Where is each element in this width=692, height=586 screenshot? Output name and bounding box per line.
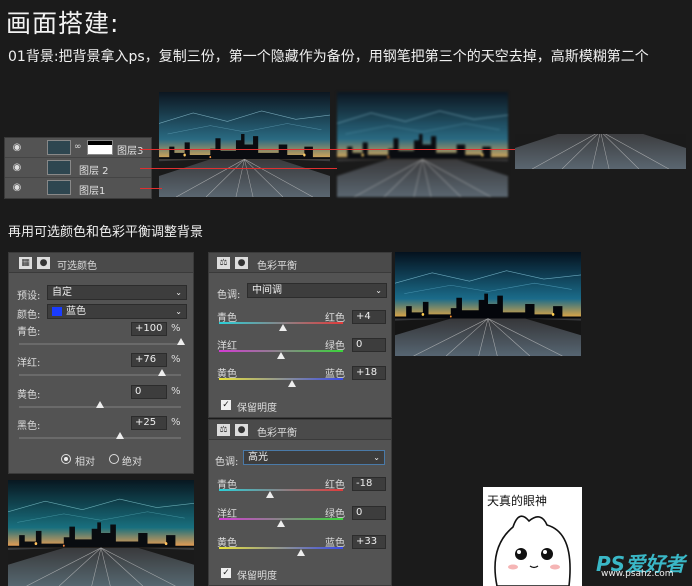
blue-swatch-icon: [52, 307, 62, 316]
layer-name: 图层1: [79, 186, 106, 197]
photo-blurred: [337, 92, 508, 197]
slider-value-input[interactable]: +18: [352, 366, 386, 380]
slider-track[interactable]: [219, 378, 343, 380]
layer-name: 图层 2: [79, 166, 109, 177]
panel-title: 色彩平衡: [257, 261, 297, 272]
percent-label: %: [171, 386, 181, 397]
panel-title: 色彩平衡: [257, 428, 297, 439]
photo-result: [8, 480, 194, 586]
percent-label: %: [171, 354, 181, 365]
preserve-luminosity-label: 保留明度: [237, 403, 277, 414]
slider-handle[interactable]: [116, 432, 125, 439]
colors-select[interactable]: 蓝色 ⌄: [47, 304, 187, 319]
photo-original: [159, 92, 330, 197]
slider-handle[interactable]: [277, 352, 285, 359]
slider-track[interactable]: [19, 343, 181, 345]
layer-row[interactable]: ◉ ∞ 图层3: [5, 138, 151, 158]
tone-value: 高光: [248, 452, 268, 463]
preserve-luminosity-label: 保留明度: [237, 571, 277, 582]
slider-handle[interactable]: [177, 338, 185, 345]
slider-value-input[interactable]: +25: [131, 416, 167, 430]
slider-handle[interactable]: [157, 369, 166, 376]
mask-icon: ●: [235, 424, 248, 436]
photo-sky-removed: [515, 92, 686, 197]
colors-label: 颜色:: [17, 310, 41, 321]
sticker-image: 天真的眼神: [483, 487, 582, 586]
slider-handle[interactable]: [96, 401, 104, 408]
layer-thumbnail: [47, 160, 71, 175]
preset-value: 自定: [52, 287, 72, 298]
slider-track[interactable]: [219, 547, 343, 549]
colors-value: 蓝色: [66, 306, 86, 317]
percent-label: %: [171, 323, 181, 334]
layer-row[interactable]: ◉ 图层1: [5, 178, 151, 198]
connector-line: [140, 149, 515, 150]
slider-handle[interactable]: [279, 324, 288, 331]
preserve-luminosity-checkbox[interactable]: ✓: [221, 568, 231, 578]
slider-value-input[interactable]: +4: [352, 310, 386, 324]
radio-absolute[interactable]: [109, 454, 119, 464]
watermark-url: www.psahz.com: [601, 569, 674, 579]
mask-icon: ●: [235, 257, 248, 269]
balance-icon: ⚖: [217, 424, 230, 436]
slider-value-input[interactable]: 0: [131, 385, 167, 399]
layers-panel: ◉ ∞ 图层3 ◉ 图层 2 ◉ 图层1: [4, 137, 152, 199]
tone-label: 色调:: [217, 290, 241, 301]
layer-thumbnail: [47, 180, 71, 195]
percent-label: %: [171, 417, 181, 428]
tone-select[interactable]: 高光 ⌄: [243, 450, 385, 465]
intro-text: 01背景:把背景拿入ps，复制三份，第一个隐藏作为备份，用钢笔把第三个的天空去掉…: [8, 49, 649, 65]
chevron-down-icon: ⌄: [175, 307, 182, 316]
balance-icon: ⚖: [217, 257, 230, 269]
eye-icon[interactable]: ◉: [9, 142, 25, 154]
slider-value-input[interactable]: +76: [131, 353, 167, 367]
slider-handle[interactable]: [288, 380, 297, 387]
chevron-down-icon: ⌄: [175, 288, 182, 297]
layer-row[interactable]: ◉ 图层 2: [5, 158, 151, 178]
radio-relative[interactable]: [61, 454, 71, 464]
eye-icon[interactable]: ◉: [9, 162, 25, 174]
slider-value-input[interactable]: 0: [352, 338, 386, 352]
slider-track[interactable]: [219, 489, 343, 491]
layer-thumbnail: [47, 140, 71, 155]
preserve-luminosity-checkbox[interactable]: ✓: [221, 400, 231, 410]
tone-label: 色调:: [215, 457, 239, 468]
radio-absolute-label: 绝对: [122, 457, 142, 468]
eye-icon[interactable]: ◉: [9, 182, 25, 194]
slider-label: 洋红:: [17, 358, 41, 369]
slider-value-input[interactable]: +100: [131, 322, 167, 336]
mask-icon: ●: [37, 257, 50, 269]
panel-title: 可选颜色: [57, 261, 97, 272]
connector-line: [140, 168, 337, 169]
section-subtitle: 再用可选颜色和色彩平衡调整背景: [8, 225, 204, 240]
tone-select[interactable]: 中间调 ⌄: [247, 283, 387, 298]
connector-line: [140, 188, 162, 189]
preset-label: 预设:: [17, 291, 41, 302]
selective-color-panel: ▦ ● 可选颜色 预设: 自定 ⌄ 颜色: 蓝色 ⌄ 青色: +100% 洋红: +76%…: [8, 252, 194, 474]
slider-track[interactable]: [19, 437, 181, 439]
preset-select[interactable]: 自定 ⌄: [47, 285, 187, 300]
slider-label: 青色:: [17, 327, 41, 338]
slider-value-input[interactable]: -18: [352, 477, 386, 491]
chevron-down-icon: ⌄: [375, 286, 382, 295]
layer-mask-thumbnail[interactable]: [87, 140, 113, 155]
color-balance-highlights-panel: ⚖ ● 色彩平衡 色调: 高光 ⌄ 青色 红色 -18 洋红 绿色 0 黄色 蓝色 +33 ✓ 保…: [208, 419, 392, 586]
page-title: 画面搭建:: [6, 9, 120, 38]
photo-adjusted: [395, 252, 581, 356]
slider-handle[interactable]: [265, 491, 274, 498]
slider-label: 黄色:: [17, 390, 41, 401]
slider-value-input[interactable]: 0: [352, 506, 386, 520]
slider-handle[interactable]: [297, 549, 306, 556]
slider-handle[interactable]: [277, 520, 285, 527]
chevron-down-icon: ⌄: [373, 453, 380, 462]
slider-value-input[interactable]: +33: [352, 535, 386, 549]
color-balance-midtones-panel: ⚖ ● 色彩平衡 色调: 中间调 ⌄ 青色 红色 +4 洋红 绿色 0 黄色 蓝色 +18 ✓ 保…: [208, 252, 392, 418]
slider-label: 黑色:: [17, 421, 41, 432]
tone-value: 中间调: [252, 285, 282, 296]
link-icon: ∞: [74, 142, 82, 152]
adjustment-icon: ▦: [19, 257, 32, 269]
radio-relative-label: 相对: [75, 457, 95, 468]
